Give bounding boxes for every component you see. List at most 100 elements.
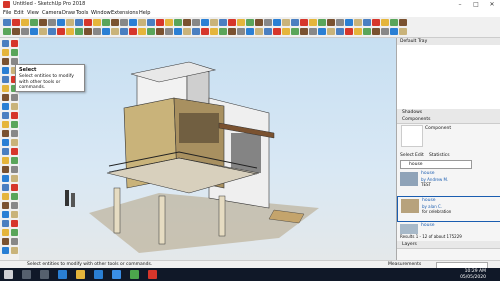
minimize-button[interactable]: – — [452, 0, 468, 9]
palette-tool-icon[interactable] — [11, 211, 18, 218]
component-search-input[interactable]: house — [400, 160, 472, 169]
toolbar-tool-icon[interactable] — [21, 19, 29, 26]
toolbar-tool-icon[interactable] — [345, 28, 353, 35]
toolbar-tool-icon[interactable] — [21, 28, 29, 35]
menu-edit[interactable]: Edit — [14, 9, 24, 17]
palette-tool-icon[interactable] — [2, 94, 9, 101]
tab-select[interactable]: Select — [400, 153, 414, 158]
tab-statistics[interactable]: Statistics — [429, 153, 450, 158]
toolbar-tool-icon[interactable] — [327, 28, 335, 35]
palette-tool-icon[interactable] — [2, 238, 9, 245]
palette-tool-icon[interactable] — [2, 67, 9, 74]
menu-file[interactable]: File — [3, 9, 11, 17]
palette-tool-icon[interactable] — [11, 229, 18, 236]
palette-tool-icon[interactable] — [2, 220, 9, 227]
palette-tool-icon[interactable] — [11, 184, 18, 191]
menu-help[interactable]: Help — [139, 9, 150, 17]
palette-tool-icon[interactable] — [2, 175, 9, 182]
toolbar-tool-icon[interactable] — [273, 19, 281, 26]
file-explorer-icon[interactable] — [76, 270, 85, 279]
toolbar-tool-icon[interactable] — [264, 19, 272, 26]
toolbar-tool-icon[interactable] — [147, 19, 155, 26]
toolbar-tool-icon[interactable] — [381, 19, 389, 26]
menu-camera[interactable]: Camera — [42, 9, 62, 17]
toolbar-tool-icon[interactable] — [291, 28, 299, 35]
palette-tool-icon[interactable] — [2, 157, 9, 164]
toolbar-tool-icon[interactable] — [102, 28, 110, 35]
toolbar-tool-icon[interactable] — [381, 28, 389, 35]
menu-extensions[interactable]: Extensions — [111, 9, 138, 17]
toolbar-tool-icon[interactable] — [399, 19, 407, 26]
toolbar-tool-icon[interactable] — [327, 19, 335, 26]
toolbar-tool-icon[interactable] — [138, 19, 146, 26]
components-panel-header[interactable]: Components — [397, 116, 500, 124]
maximize-button[interactable]: □ — [468, 0, 484, 9]
palette-tool-icon[interactable] — [11, 40, 18, 47]
component-name[interactable]: house — [422, 198, 436, 203]
toolbar-tool-icon[interactable] — [12, 28, 20, 35]
toolbar-tool-icon[interactable] — [156, 19, 164, 26]
toolbar-tool-icon[interactable] — [111, 28, 119, 35]
taskbar-clock[interactable]: 10:29 AM 05/05/2020 — [452, 269, 486, 280]
toolbar-tool-icon[interactable] — [363, 19, 371, 26]
menu-draw[interactable]: Draw — [62, 9, 75, 17]
toolbar-tool-icon[interactable] — [372, 19, 380, 26]
palette-tool-icon[interactable] — [11, 103, 18, 110]
toolbar-tool-icon[interactable] — [39, 19, 47, 26]
store-icon[interactable] — [94, 270, 103, 279]
palette-tool-icon[interactable] — [2, 139, 9, 146]
toolbar-tool-icon[interactable] — [183, 28, 191, 35]
toolbar-tool-icon[interactable] — [300, 19, 308, 26]
toolbar-tool-icon[interactable] — [75, 28, 83, 35]
palette-tool-icon[interactable] — [11, 238, 18, 245]
toolbar-tool-icon[interactable] — [219, 19, 227, 26]
palette-tool-icon[interactable] — [2, 103, 9, 110]
tab-edit[interactable]: Edit — [415, 153, 424, 158]
toolbar-tool-icon[interactable] — [300, 28, 308, 35]
toolbar-tool-icon[interactable] — [363, 28, 371, 35]
select-arrow-icon[interactable] — [2, 40, 9, 47]
toolbar-tool-icon[interactable] — [3, 28, 11, 35]
toolbar-tool-icon[interactable] — [237, 19, 245, 26]
toolbar-tool-icon[interactable] — [399, 28, 407, 35]
palette-tool-icon[interactable] — [2, 202, 9, 209]
menu-tools[interactable]: Tools — [76, 9, 88, 17]
palette-tool-icon[interactable] — [2, 193, 9, 200]
palette-tool-icon[interactable] — [11, 139, 18, 146]
toolbar-tool-icon[interactable] — [129, 28, 137, 35]
toolbar-tool-icon[interactable] — [165, 19, 173, 26]
toolbar-tool-icon[interactable] — [192, 19, 200, 26]
palette-tool-icon[interactable] — [2, 112, 9, 119]
toolbar-tool-icon[interactable] — [228, 19, 236, 26]
palette-tool-icon[interactable] — [2, 76, 9, 83]
toolbar-tool-icon[interactable] — [192, 28, 200, 35]
toolbar-tool-icon[interactable] — [57, 28, 65, 35]
palette-tool-icon[interactable] — [2, 121, 9, 128]
toolbar-tool-icon[interactable] — [93, 19, 101, 26]
toolbar-tool-icon[interactable] — [183, 19, 191, 26]
sketchup-taskbar-icon[interactable] — [148, 270, 157, 279]
toolbar-tool-icon[interactable] — [336, 28, 344, 35]
toolbar-tool-icon[interactable] — [336, 19, 344, 26]
toolbar-tool-icon[interactable] — [120, 28, 128, 35]
toolbar-tool-icon[interactable] — [138, 28, 146, 35]
toolbar-tool-icon[interactable] — [66, 19, 74, 26]
palette-tool-icon[interactable] — [11, 202, 18, 209]
palette-tool-icon[interactable] — [11, 175, 18, 182]
palette-tool-icon[interactable] — [2, 130, 9, 137]
palette-tool-icon[interactable] — [11, 94, 18, 101]
palette-tool-icon[interactable] — [11, 157, 18, 164]
palette-tool-icon[interactable] — [11, 112, 18, 119]
toolbar-tool-icon[interactable] — [210, 19, 218, 26]
toolbar-tool-icon[interactable] — [48, 19, 56, 26]
layers-panel-header[interactable]: Layers — [397, 241, 500, 249]
toolbar-tool-icon[interactable] — [12, 19, 20, 26]
toolbar-tool-icon[interactable] — [246, 28, 254, 35]
palette-tool-icon[interactable] — [11, 193, 18, 200]
toolbar-tool-icon[interactable] — [165, 28, 173, 35]
close-button[interactable]: ✕ — [484, 0, 500, 9]
list-item[interactable]: house by Andrew M. TEST — [397, 170, 500, 194]
toolbar-tool-icon[interactable] — [201, 19, 209, 26]
menu-view[interactable]: View — [27, 9, 39, 17]
toolbar-tool-icon[interactable] — [3, 19, 11, 26]
